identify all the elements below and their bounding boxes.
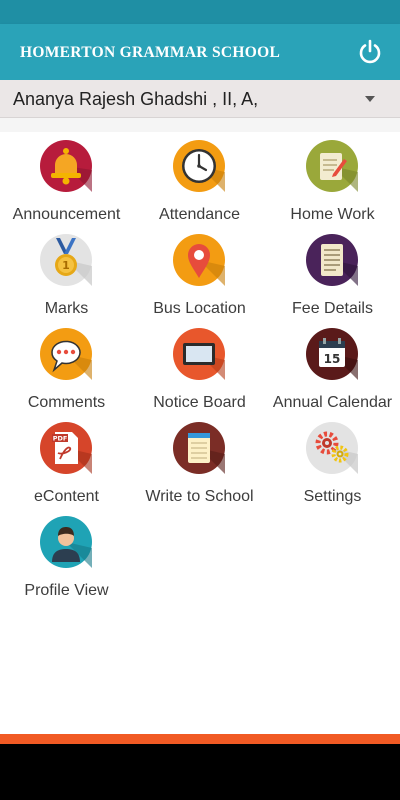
menu-item-attendance[interactable]: Attendance <box>133 140 266 230</box>
menu-item-settings[interactable]: Settings <box>266 422 399 512</box>
power-button[interactable] <box>356 38 384 66</box>
menu-item-label: Profile View <box>24 582 109 599</box>
menu-item-label: Home Work <box>290 206 375 223</box>
menu-item-label: Announcement <box>12 206 121 223</box>
menu-item-label: Settings <box>303 488 362 505</box>
menu-item-comments[interactable]: Comments <box>0 328 133 418</box>
menu-item-fee-details[interactable]: Fee Details <box>266 234 399 324</box>
menu-item-annual-calendar[interactable]: 15 Annual Calendar <box>266 328 399 418</box>
pdf-label: PDF <box>53 435 68 443</box>
screen-board-icon <box>173 328 225 380</box>
menu-item-home-work[interactable]: Home Work <box>266 140 399 230</box>
student-selector-value: Ananya Rajesh Ghadshi , II, A, <box>13 89 259 109</box>
calendar-day: 15 <box>324 352 341 366</box>
student-selector[interactable]: Ananya Rajesh Ghadshi , II, A, <box>0 80 400 118</box>
pdf-icon: PDF <box>40 422 92 474</box>
divider <box>0 118 400 132</box>
menu-item-label: Marks <box>44 300 89 317</box>
menu-item-econtent[interactable]: PDF eContent <box>0 422 133 512</box>
system-navigation-bar <box>0 744 400 800</box>
speech-bubble-icon <box>40 328 92 380</box>
app-bar: HOMERTON GRAMMAR SCHOOL <box>0 24 400 80</box>
bottom-accent-bar <box>0 734 400 744</box>
menu-item-profile-view[interactable]: Profile View <box>0 516 133 606</box>
clock-icon <box>173 140 225 192</box>
menu-item-marks[interactable]: 1 Marks <box>0 234 133 324</box>
calendar-icon: 15 <box>306 328 358 380</box>
chevron-down-icon <box>365 96 375 102</box>
status-bar <box>0 0 400 24</box>
menu-item-label: Bus Location <box>153 300 246 317</box>
menu-item-label: Attendance <box>159 206 240 223</box>
menu-item-label: Annual Calendar <box>272 394 393 411</box>
bell-icon <box>40 140 92 192</box>
map-pin-icon <box>173 234 225 286</box>
notebook-icon <box>173 422 225 474</box>
gears-icon <box>306 422 358 474</box>
menu-item-notice-board[interactable]: Notice Board <box>133 328 266 418</box>
power-icon <box>359 39 381 64</box>
menu-item-label: eContent <box>34 488 99 505</box>
menu-item-label: Notice Board <box>153 394 246 411</box>
menu-item-label: Comments <box>27 394 106 411</box>
menu-item-write-to-school[interactable]: Write to School <box>133 422 266 512</box>
menu-item-label: Write to School <box>145 488 254 505</box>
svg-text:1: 1 <box>62 259 70 272</box>
menu-item-bus-location[interactable]: Bus Location <box>133 234 266 324</box>
notepad-pencil-icon <box>306 140 358 192</box>
app-title: HOMERTON GRAMMAR SCHOOL <box>20 44 281 61</box>
receipt-icon <box>306 234 358 286</box>
medal-icon: 1 <box>40 234 92 286</box>
menu-item-label: Fee Details <box>292 300 373 317</box>
menu-item-announcement[interactable]: Announcement <box>0 140 133 230</box>
user-avatar-icon <box>40 516 92 568</box>
